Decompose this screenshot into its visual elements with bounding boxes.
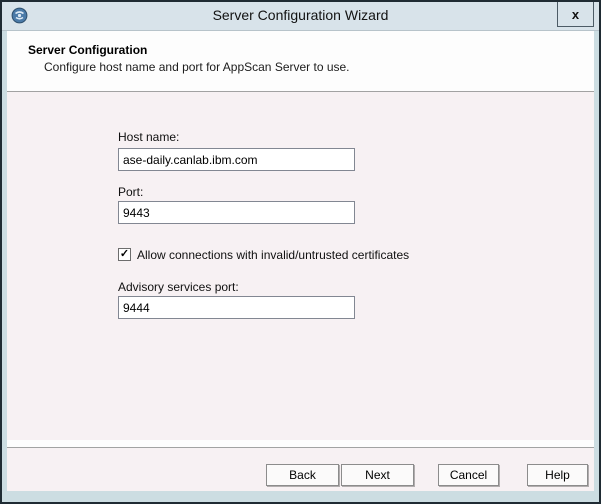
host-name-label: Host name: (118, 130, 179, 144)
titlebar[interactable]: Server Configuration Wizard x (2, 2, 599, 31)
wizard-header: Server Configuration Configure host name… (7, 31, 594, 91)
help-button[interactable]: Help (527, 464, 588, 486)
port-input[interactable] (118, 201, 355, 224)
checkmark-icon: ✓ (120, 249, 129, 260)
certificates-checkbox[interactable]: ✓ (118, 248, 131, 261)
host-name-input[interactable] (118, 148, 355, 171)
button-bar: Back Next Cancel Help (7, 448, 594, 491)
port-label: Port: (118, 185, 143, 199)
certificates-checkbox-label[interactable]: Allow connections with invalid/untrusted… (137, 248, 409, 262)
page-title: Server Configuration (28, 43, 147, 57)
cancel-button[interactable]: Cancel (438, 464, 499, 486)
advisory-port-input[interactable] (118, 296, 355, 319)
close-button[interactable]: x (557, 2, 594, 27)
page-description: Configure host name and port for AppScan… (44, 60, 350, 74)
window-title: Server Configuration Wizard (2, 7, 599, 23)
form-panel: Host name: Port: ✓ Allow connections wit… (7, 92, 594, 440)
next-button[interactable]: Next (341, 464, 414, 486)
close-icon: x (572, 7, 579, 22)
server-configuration-wizard-window: Server Configuration Wizard x Server Con… (0, 0, 601, 504)
dialog-body: Server Configuration Configure host name… (7, 31, 594, 491)
back-button[interactable]: Back (266, 464, 339, 486)
advisory-port-label: Advisory services port: (118, 280, 239, 294)
